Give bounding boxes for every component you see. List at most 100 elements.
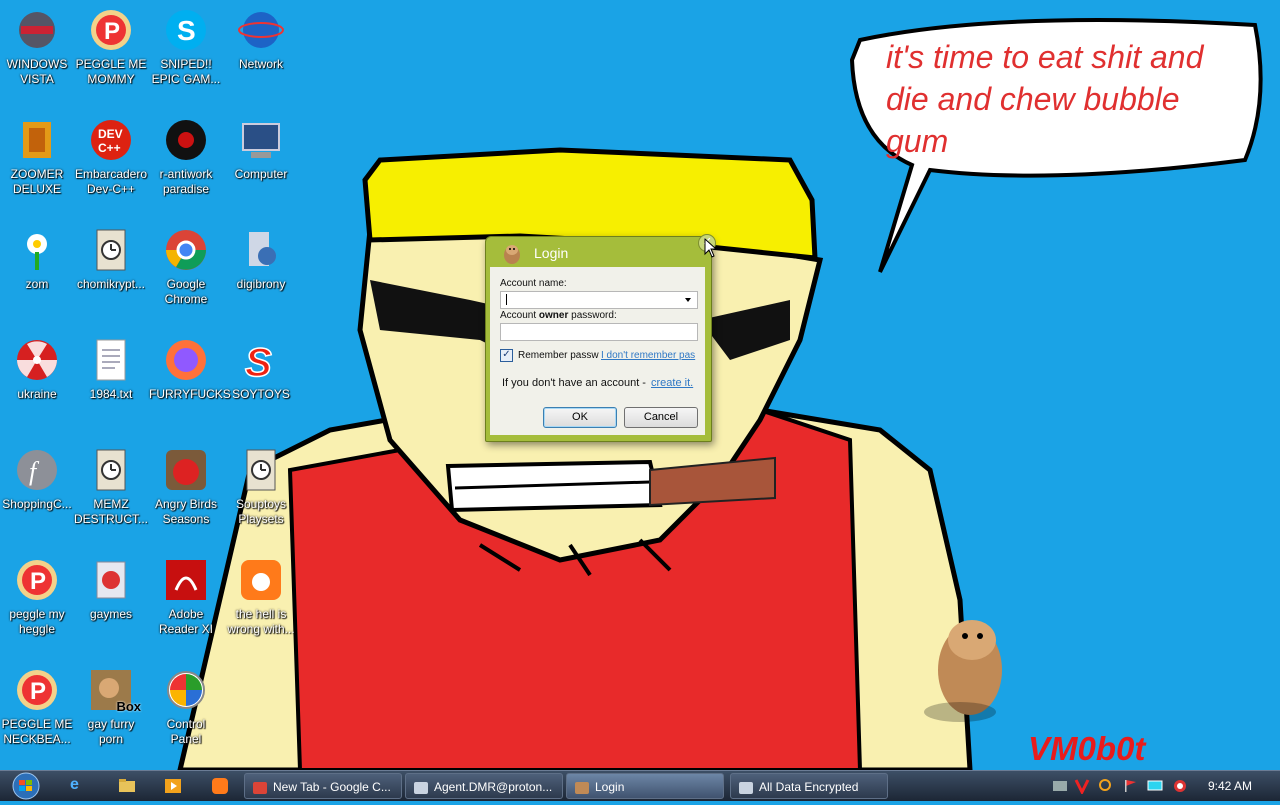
peggle-icon: P <box>87 6 135 54</box>
desktop-icon[interactable]: P PEGGLE ME NECKBEA... <box>0 666 74 747</box>
peggle-icon: P <box>13 556 61 604</box>
desktop-icon[interactable]: r-antiwork paradise <box>149 116 223 197</box>
text-caret <box>506 294 507 305</box>
password-label: Account owner password: <box>500 310 617 321</box>
password-label-prefix: Account <box>500 310 539 321</box>
internet-explorer-icon: e <box>70 776 79 793</box>
flag-tray-icon[interactable] <box>1123 778 1139 794</box>
desktop-icon[interactable]: WINDOWS VISTA <box>0 6 74 87</box>
mouse-cursor-icon <box>704 238 718 258</box>
speech-bubble-text: it's time to eat shit and die and chew b… <box>886 39 1204 159</box>
desktop-icon[interactable]: P PEGGLE ME MOMMY <box>74 6 148 87</box>
svg-text:S: S <box>177 15 196 46</box>
desktop-icon[interactable]: S SNIPED!! EPIC GAM... <box>149 6 223 87</box>
desktop-icon[interactable]: the hell is wrong with... <box>224 556 298 637</box>
peggle-icon: P <box>13 666 61 714</box>
taskbar-task-button[interactable]: All Data Encrypted <box>730 773 888 799</box>
taskbar: e New Tab - Google C... Agent.DMR@proton.… <box>0 770 1280 801</box>
user-icon <box>237 226 285 274</box>
wallpaper-signature: VM0b0t <box>1028 730 1146 767</box>
clock-file-icon <box>237 446 285 494</box>
soytoys-icon: S <box>237 336 285 384</box>
taskbar-task-button[interactable]: Login <box>566 773 724 799</box>
account-name-combobox[interactable] <box>500 291 698 309</box>
games-icon <box>87 556 135 604</box>
desktop-icon[interactable]: digibrony <box>224 226 298 292</box>
firefox-icon <box>162 336 210 384</box>
desktop-icon[interactable]: Souptoys Playsets <box>224 446 298 527</box>
start-button[interactable] <box>6 772 46 800</box>
taskbar-task-button[interactable]: Agent.DMR@proton... <box>405 773 563 799</box>
desktop-icon[interactable]: S SOYTOYS <box>224 336 298 402</box>
desktop-icon-label: Souptoys Playsets <box>235 497 287 526</box>
desktop-icon-label: gay furry porn <box>87 717 135 746</box>
ok-button[interactable]: OK <box>543 407 617 428</box>
angry-birds-icon <box>162 446 210 494</box>
window-icon <box>413 779 429 795</box>
uc-quicklaunch-button[interactable] <box>210 776 230 796</box>
desktop-icon[interactable]: Adobe Reader XI <box>149 556 223 637</box>
desktop-icon[interactable]: f ShoppingC... <box>0 446 74 512</box>
taskbar-task-label: New Tab - Google C... <box>273 780 391 794</box>
desktop-icon[interactable]: chomikrypt... <box>74 226 148 292</box>
network-icon <box>237 6 285 54</box>
desktop-icon[interactable]: Box gay furry porn <box>74 666 148 747</box>
desktop-icon[interactable]: Ppeggle my heggle <box>0 556 74 637</box>
explorer-quicklaunch-button[interactable] <box>117 776 137 796</box>
network-tray-icon[interactable] <box>1052 778 1068 794</box>
desktop-icon-label: FURRYFUCKS <box>149 387 231 401</box>
desktop-icon-label: WINDOWS VISTA <box>6 57 68 86</box>
desktop-icon[interactable]: DEV C++ Embarcadero Dev-C++ <box>74 116 148 197</box>
desktop-icon[interactable]: Computer <box>224 116 298 182</box>
desktop-icon[interactable]: Control Panel <box>149 666 223 747</box>
forgot-password-link[interactable]: I don't remember pas <box>601 350 695 361</box>
taskbar-task-button[interactable]: New Tab - Google C... <box>244 773 402 799</box>
volume-tray-icon[interactable] <box>1172 778 1188 794</box>
windows-orb-icon <box>12 772 40 800</box>
desktop-icon[interactable]: Network <box>224 6 298 72</box>
ie-quicklaunch-button[interactable]: e <box>70 776 90 796</box>
svg-text:C++: C++ <box>98 141 121 155</box>
svg-text:S: S <box>245 341 272 384</box>
chrome-icon <box>252 779 268 795</box>
radiation-icon <box>13 336 61 384</box>
control-panel-icon <box>162 666 210 714</box>
svg-text:P: P <box>30 568 46 595</box>
desktop-icon-label: Google Chrome <box>164 277 208 306</box>
dialog-titlebar[interactable]: Login ✕ <box>486 234 716 267</box>
desktop-icon[interactable]: ZOOMER DELUXE <box>0 116 74 197</box>
desktop-icon-label: Network <box>238 57 283 71</box>
no-account-text: If you don't have an account - <box>502 377 646 389</box>
password-field[interactable] <box>500 323 698 341</box>
login-dialog: Login ✕ Account name: Account owner pass… <box>485 234 716 442</box>
desktop-icon[interactable]: FURRYFUCKS <box>149 336 231 402</box>
computer-icon <box>237 116 285 164</box>
media-quicklaunch-button[interactable] <box>163 776 183 796</box>
box-badge: Box <box>116 699 141 714</box>
search-tray-icon[interactable] <box>1098 778 1114 794</box>
desktop-icon-label: digibrony <box>236 277 286 291</box>
helmet-icon <box>13 6 61 54</box>
desktop-icon[interactable]: Google Chrome <box>149 226 223 307</box>
taskbar-clock[interactable]: 9:42 AM <box>1208 779 1252 793</box>
display-tray-icon[interactable] <box>1147 778 1163 794</box>
create-account-link[interactable]: create it. <box>651 377 693 389</box>
desktop-icon-label: ZOOMER DELUXE <box>10 167 64 196</box>
desktop-icon-label: the hell is wrong with... <box>227 607 295 636</box>
taskbar-task-label: Agent.DMR@proton... <box>434 780 553 794</box>
cancel-button[interactable]: Cancel <box>624 407 698 428</box>
desktop-icon[interactable]: zom <box>0 226 74 292</box>
desktop-icon[interactable]: 1984.txt <box>74 336 148 402</box>
checkmark-icon: ✓ <box>502 349 511 360</box>
antivirus-tray-icon[interactable] <box>1074 778 1090 794</box>
desktop-icon-label: Embarcadero Dev-C++ <box>74 167 148 196</box>
desktop-icon[interactable]: MEMZ DESTRUCT... <box>74 446 148 527</box>
password-label-suffix: password: <box>568 310 617 321</box>
remember-checkbox[interactable]: ✓ <box>500 349 513 362</box>
chevron-down-icon[interactable] <box>681 293 695 307</box>
desktop-icon[interactable]: Angry Birds Seasons <box>149 446 223 527</box>
desktop-icon[interactable]: ukraine <box>0 336 74 402</box>
desktop-icon[interactable]: gaymes <box>74 556 148 622</box>
chrome-icon <box>162 226 210 274</box>
svg-text:P: P <box>104 18 120 45</box>
